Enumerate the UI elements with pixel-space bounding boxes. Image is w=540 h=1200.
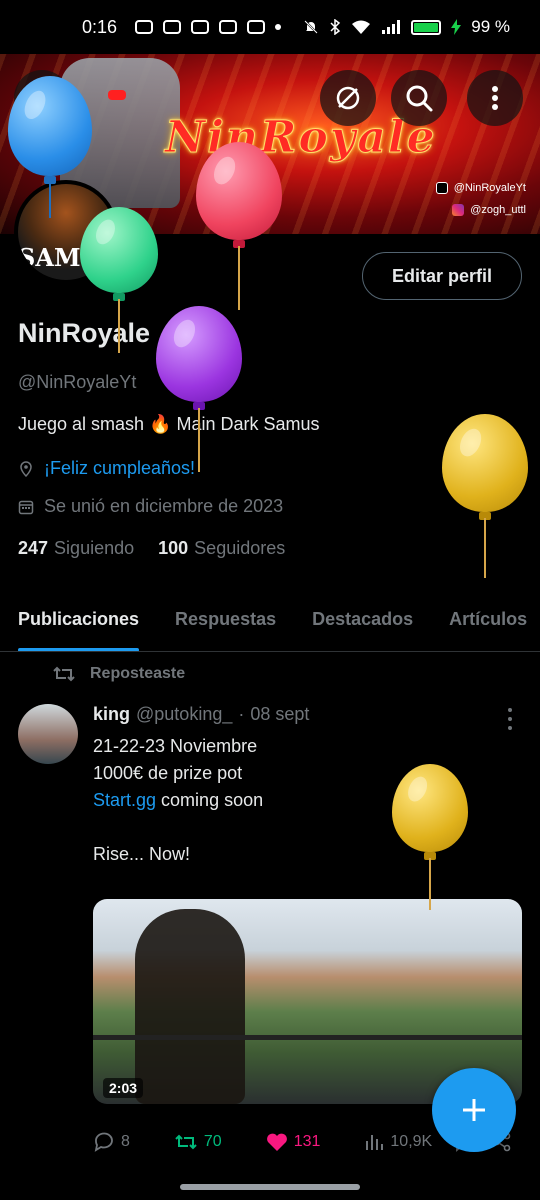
no-grok-icon: [336, 86, 360, 110]
following-link[interactable]: 247 Siguiendo: [18, 538, 134, 559]
search-button[interactable]: [391, 70, 447, 126]
battery-percent: 99 %: [471, 17, 510, 36]
tab-replies[interactable]: Respuestas: [175, 588, 276, 651]
status-bar: 0:16 99 %: [0, 0, 540, 54]
profile-tabs: Publicaciones Respuestas Destacados Artí…: [0, 588, 540, 652]
instagram-icon: [247, 20, 266, 34]
post-text-line: Start.gg coming soon: [93, 790, 264, 810]
location-icon: [20, 460, 32, 477]
profile-bio: Juego al smash 🔥 Main Dark Samus: [18, 414, 320, 434]
profile-name: NinRoyale: [18, 318, 151, 348]
banner-x-handle: @NinRoyaleYt: [435, 182, 526, 194]
instagram-icon: [219, 20, 238, 34]
search-icon: [406, 85, 433, 112]
instagram-logo-icon: [452, 204, 465, 216]
repost-button[interactable]: 70: [174, 1132, 222, 1152]
more-vert-icon: [492, 86, 498, 110]
charging-icon: [451, 19, 462, 35]
bluetooth-icon: [330, 19, 341, 35]
balloon-blue: [8, 76, 92, 218]
status-time: 0:16: [82, 16, 118, 37]
startgg-link[interactable]: Start.gg: [93, 790, 156, 810]
post-text-line: Rise... Now!: [93, 844, 191, 864]
wifi-icon: [352, 20, 371, 34]
mute-bell-icon: [304, 20, 318, 34]
balloon-icon: [80, 207, 158, 293]
post-text-line: 21-22-23 Noviembre: [93, 736, 258, 756]
x-logo-icon: [435, 182, 448, 194]
balloon-icon: [8, 76, 92, 176]
post-text-line: 1000€ de prize pot: [93, 763, 243, 783]
balloon-purple: [156, 306, 242, 472]
more-options-button[interactable]: [467, 70, 523, 126]
views-icon: [366, 1135, 384, 1150]
signal-icon: [382, 20, 401, 34]
plus-icon: [463, 1099, 485, 1121]
video-duration: 2:03: [103, 1078, 144, 1098]
post-author-name[interactable]: king: [93, 704, 130, 725]
repost-icon: [53, 666, 75, 682]
tab-posts[interactable]: Publicaciones: [18, 588, 140, 651]
views-button[interactable]: 10,9K: [364, 1132, 432, 1152]
tab-articles[interactable]: Artículos: [449, 588, 527, 651]
post-author-avatar[interactable]: [18, 704, 78, 764]
home-indicator[interactable]: [180, 1184, 360, 1190]
balloon-icon: [196, 142, 282, 240]
post-header: king @putoking_ · 08 sept: [93, 704, 310, 725]
repost-icon: [175, 1134, 197, 1150]
balloon-icon: [156, 306, 242, 402]
joined-date: Se unió en diciembre de 2023: [44, 496, 284, 516]
notification-icons: [135, 20, 282, 34]
banner-ig-handle: @zogh_uttl: [452, 204, 526, 216]
post-author-handle[interactable]: @putoking_: [136, 704, 232, 725]
compose-post-button[interactable]: [432, 1068, 516, 1152]
tab-highlights[interactable]: Destacados: [312, 588, 413, 651]
balloon-yellow: [442, 414, 528, 578]
profile-handle: @NinRoyaleYt: [18, 372, 137, 392]
like-button[interactable]: 131: [266, 1132, 320, 1152]
post-date[interactable]: 08 sept: [250, 704, 309, 725]
repost-indicator: Reposteaste: [52, 664, 185, 684]
reply-icon: [94, 1132, 113, 1152]
balloon-pink: [196, 142, 282, 310]
followers-link[interactable]: 100 Seguidores: [158, 538, 285, 559]
edit-profile-button[interactable]: Editar perfil: [362, 252, 522, 300]
post-more-button[interactable]: [506, 708, 514, 730]
discord-icon: [191, 20, 210, 34]
balloon-icon: [442, 414, 528, 512]
calendar-icon: [18, 500, 34, 514]
balloon-green: [80, 207, 158, 353]
balloon-icon: [392, 764, 468, 852]
reply-button[interactable]: 8: [93, 1132, 130, 1152]
birthday-row: ¡Feliz cumpleaños!: [18, 458, 195, 479]
joined-row: Se unió en diciembre de 2023: [18, 496, 283, 517]
battery-icon: [411, 19, 442, 35]
balloon-yellow: [392, 764, 468, 910]
birthday-link[interactable]: ¡Feliz cumpleaños!: [44, 458, 195, 479]
like-icon: [266, 1133, 287, 1151]
discord-icon: [163, 20, 182, 34]
more-notifications-dot: [275, 24, 282, 30]
discord-icon: [135, 20, 154, 34]
grok-button[interactable]: [320, 70, 376, 126]
follow-stats: 247 Siguiendo 100 Seguidores: [18, 538, 285, 559]
